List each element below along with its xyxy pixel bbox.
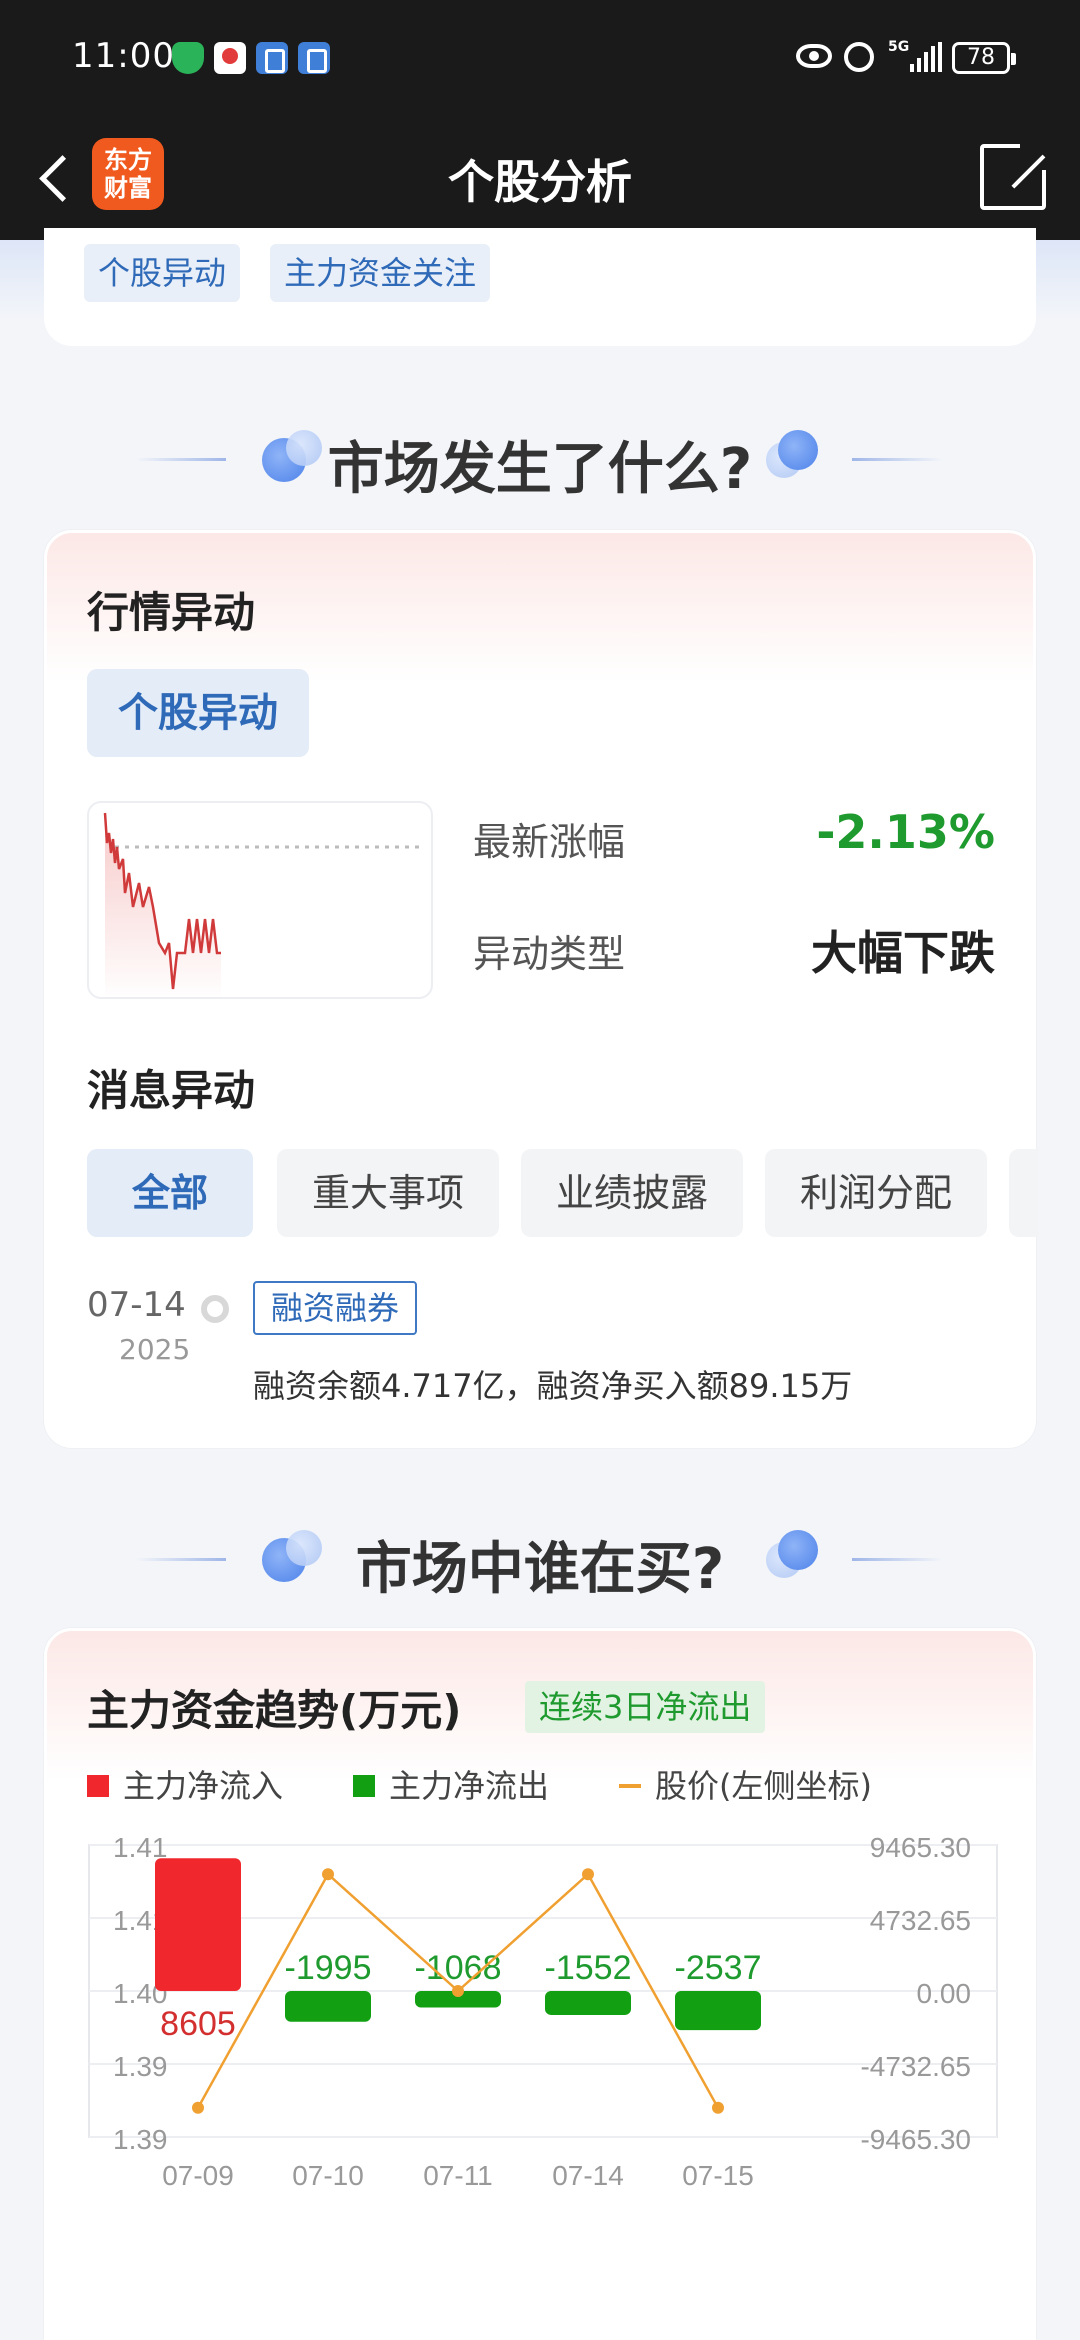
bar-value-label: -1068: [415, 1949, 502, 1987]
bar-value-label: -2537: [675, 1949, 762, 1987]
market-anomaly-card: 行情异动 个股异动 最新涨幅 -2.13% 异动类型 大幅下跌 消息异动 全部 …: [44, 530, 1039, 1448]
tag-main-fund[interactable]: 主力资金关注: [270, 244, 491, 302]
intraday-mini-chart[interactable]: [87, 801, 433, 999]
shield-icon: [172, 42, 204, 74]
fund-heading: 主力资金趋势(万元): [87, 1686, 462, 1735]
bar-07-09: [155, 1858, 241, 1991]
price-point: [452, 1985, 464, 1997]
net-outflow-badge: 连续3日净流出: [525, 1681, 766, 1733]
app-header: 东方 财富 个股分析: [0, 120, 1080, 240]
x-tick-label: 07-14: [552, 2160, 624, 2191]
top-tags-card: 个股异动 主力资金关注: [44, 228, 1036, 346]
bar-value-label: 8605: [160, 2005, 236, 2043]
section-title-market: 市场发生了什么?: [327, 437, 753, 502]
news-year: 2025: [119, 1333, 191, 1366]
left-tick-label: 1.41: [113, 1832, 168, 1863]
legend-inflow-swatch: [87, 1775, 109, 1797]
news-tag[interactable]: 融资融券: [253, 1281, 418, 1335]
filter-more[interactable]: [1009, 1149, 1039, 1237]
price-point: [712, 2101, 724, 2114]
filter-all[interactable]: 全部: [87, 1149, 253, 1237]
section-title-buyers: 市场中谁在买?: [355, 1537, 725, 1602]
section-divider: [852, 458, 942, 461]
right-tick-label: 0.00: [917, 1978, 972, 2009]
filter-major-events[interactable]: 重大事项: [277, 1149, 499, 1237]
status-bar: 11:00 5G 78: [0, 0, 1080, 120]
right-tick-label: -9465.30: [860, 2124, 971, 2155]
filter-earnings[interactable]: 业绩披露: [521, 1149, 743, 1237]
fund-trend-chart[interactable]: 1.41 9465.301.41 4732.651.40 0.001.39 -4732.…: [47, 1831, 1039, 2331]
left-tick-label: 1.39: [113, 2051, 168, 2082]
x-tick-label: 07-15: [682, 2160, 754, 2191]
news-date: 07-14: [87, 1285, 186, 1325]
price-point: [582, 1868, 594, 1881]
right-tick-label: 4732.65: [870, 1905, 971, 1936]
bar-value-label: -1552: [545, 1949, 632, 1987]
bar-value-label: -1995: [285, 1949, 372, 1987]
app-notification-icon: [256, 42, 288, 74]
price-point: [192, 2101, 204, 2114]
right-tick-label: 9465.30: [870, 1832, 971, 1863]
timeline-dot: [201, 1295, 229, 1323]
anomaly-type-label: 异动类型: [473, 932, 626, 976]
main-fund-card: 主力资金趋势(万元) 连续3日净流出 主力净流入 主力净流出 股价(左侧坐标) …: [44, 1628, 1036, 2340]
latest-change-value: -2.13%: [816, 805, 995, 859]
legend-outflow-swatch: [353, 1775, 375, 1797]
legend-inflow: 主力净流入: [87, 1761, 283, 1807]
news-text[interactable]: 融资余额4.717亿，融资净买入额89.15万: [253, 1361, 852, 1407]
left-tick-label: 1.39: [113, 2124, 168, 2155]
decor-dot: [778, 430, 818, 470]
filter-dividend[interactable]: 利润分配: [765, 1149, 987, 1237]
signal-icon: [910, 42, 944, 72]
bar-07-15: [675, 1991, 761, 2031]
legend-outflow: 主力净流出: [353, 1761, 549, 1807]
status-time: 11:00: [72, 36, 175, 76]
x-tick-label: 07-10: [292, 2160, 364, 2191]
bar-07-14: [545, 1991, 631, 2015]
section-divider: [852, 1558, 942, 1561]
x-tick-label: 07-11: [423, 2160, 493, 2191]
bar-07-10: [285, 1991, 371, 2022]
tag-stock-anomaly[interactable]: 个股异动: [84, 244, 241, 302]
card-heading: 行情异动: [87, 588, 256, 637]
legend-price: 股价(左侧坐标): [619, 1761, 872, 1807]
legend-price-swatch: [619, 1784, 641, 1788]
page-title: 个股分析: [448, 155, 632, 209]
anomaly-type-value: 大幅下跌: [811, 926, 995, 980]
share-icon[interactable]: [980, 144, 1046, 210]
eye-icon: [796, 44, 832, 68]
app-notification-icon-2: [298, 42, 330, 74]
news-heading: 消息异动: [87, 1066, 256, 1115]
price-point: [322, 1868, 334, 1881]
battery-icon: 78: [952, 42, 1016, 74]
alarm-icon: [844, 42, 874, 72]
latest-change-label: 最新涨幅: [473, 820, 626, 864]
mini-chart-svg: [103, 812, 419, 997]
stock-anomaly-chip[interactable]: 个股异动: [87, 669, 309, 757]
decor-dot: [778, 1530, 818, 1570]
x-tick-label: 07-09: [162, 2160, 234, 2191]
network-label: 5G: [888, 39, 910, 55]
map-app-icon: [214, 42, 246, 74]
right-tick-label: -4732.65: [860, 2051, 971, 2082]
